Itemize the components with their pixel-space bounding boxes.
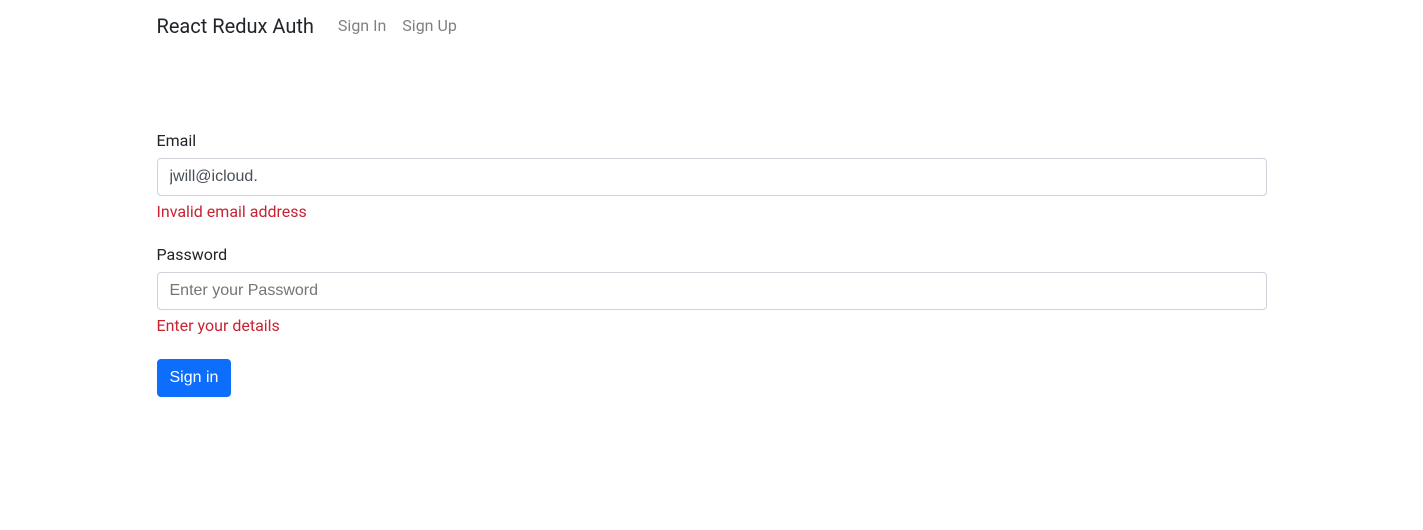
- email-group: Email Invalid email address: [157, 131, 1267, 221]
- brand-link[interactable]: React Redux Auth: [157, 9, 314, 43]
- navbar: React Redux Auth Sign In Sign Up: [0, 0, 1423, 51]
- signin-button[interactable]: Sign in: [157, 359, 232, 397]
- password-input[interactable]: [157, 272, 1267, 310]
- email-label: Email: [157, 131, 1267, 150]
- password-error: Enter your details: [157, 316, 1267, 335]
- email-input[interactable]: [157, 158, 1267, 196]
- password-label: Password: [157, 245, 1267, 264]
- signin-form: Email Invalid email address Password Ent…: [142, 131, 1282, 397]
- nav-link-signin[interactable]: Sign In: [330, 8, 394, 43]
- password-group: Password Enter your details: [157, 245, 1267, 335]
- nav-link-signup[interactable]: Sign Up: [394, 8, 465, 43]
- email-error: Invalid email address: [157, 202, 1267, 221]
